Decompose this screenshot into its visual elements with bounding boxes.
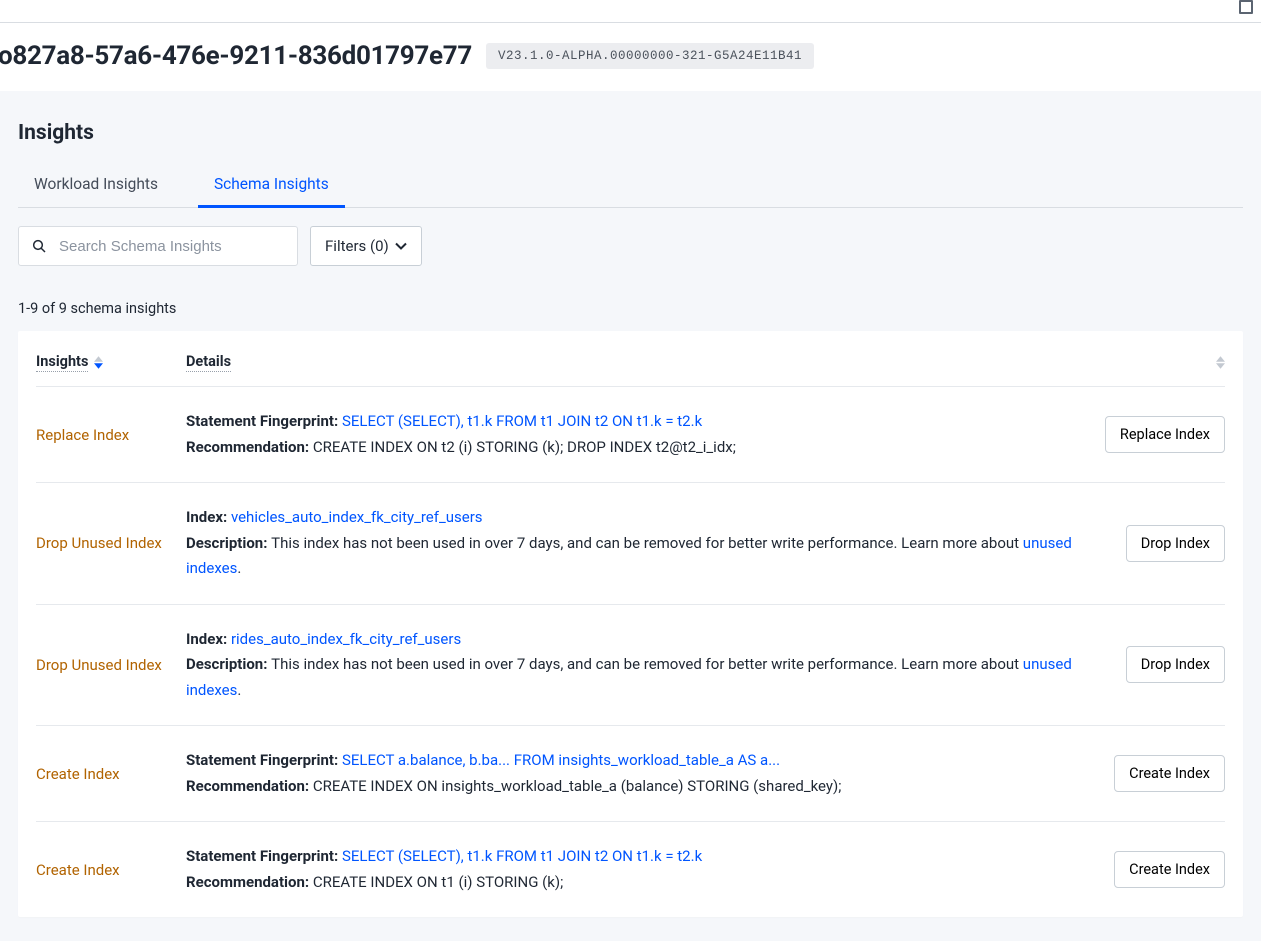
main-content: Insights Workload Insights Schema Insigh…: [0, 91, 1261, 941]
results-panel: Insights Details Replace IndexStatement …: [18, 331, 1243, 917]
detail-label: Statement Fingerprint:: [186, 412, 342, 430]
detail-label: Index:: [186, 508, 231, 526]
detail-label: Statement Fingerprint:: [186, 751, 342, 769]
action-button[interactable]: Drop Index: [1126, 646, 1225, 683]
detail-label: Description:: [186, 534, 271, 552]
row-details: Index: rides_auto_index_fk_city_ref_user…: [186, 627, 1085, 704]
table-header: Insights Details: [36, 347, 1225, 387]
sort-icon: [94, 356, 103, 369]
tab-schema-insights[interactable]: Schema Insights: [214, 165, 329, 207]
filters-button[interactable]: Filters (0): [310, 226, 422, 266]
detail-text: CREATE INDEX ON insights_workload_table_…: [313, 777, 842, 795]
table-row: Create IndexStatement Fingerprint: SELEC…: [36, 726, 1225, 822]
detail-text: This index has not been used in over 7 d…: [271, 534, 1023, 552]
search-icon: [31, 238, 47, 254]
detail-label: Recommendation:: [186, 777, 313, 795]
controls-bar: Filters (0): [18, 226, 1243, 266]
detail-link[interactable]: SELECT a.balance, b.ba... FROM insights_…: [342, 751, 780, 769]
table-row: Drop Unused IndexIndex: vehicles_auto_in…: [36, 483, 1225, 605]
table-row: Replace IndexStatement Fingerprint: SELE…: [36, 387, 1225, 483]
col-details[interactable]: Details: [186, 353, 1085, 372]
table-row: Drop Unused IndexIndex: rides_auto_index…: [36, 605, 1225, 727]
detail-label: Description:: [186, 655, 271, 673]
action-button[interactable]: Create Index: [1114, 851, 1225, 888]
row-action: Drop Index: [1085, 646, 1225, 683]
row-action: Create Index: [1085, 851, 1225, 888]
search-box[interactable]: [18, 226, 298, 266]
version-badge: V23.1.0-ALPHA.00000000-321-G5A24E11B41: [486, 43, 814, 69]
detail-link[interactable]: rides_auto_index_fk_city_ref_users: [231, 630, 461, 648]
row-details: Statement Fingerprint: SELECT (SELECT), …: [186, 844, 1085, 895]
insight-type[interactable]: Create Index: [36, 861, 186, 879]
action-button[interactable]: Drop Index: [1126, 525, 1225, 562]
detail-text: CREATE INDEX ON t1 (i) STORING (k);: [313, 873, 563, 891]
row-action: Create Index: [1085, 755, 1225, 792]
action-button[interactable]: Replace Index: [1105, 416, 1225, 453]
detail-label: Index:: [186, 630, 231, 648]
page-title: Insights: [18, 121, 1243, 145]
row-details: Statement Fingerprint: SELECT (SELECT), …: [186, 409, 1085, 460]
window-box-icon: [1239, 0, 1253, 14]
top-bar: [0, 0, 1261, 23]
row-action: Replace Index: [1085, 416, 1225, 453]
insight-type[interactable]: Drop Unused Index: [36, 534, 186, 552]
detail-link[interactable]: SELECT (SELECT), t1.k FROM t1 JOIN t2 ON…: [342, 412, 702, 430]
detail-label: Recommendation:: [186, 438, 313, 456]
action-button[interactable]: Create Index: [1114, 755, 1225, 792]
col-insights[interactable]: Insights: [36, 353, 186, 372]
detail-link[interactable]: vehicles_auto_index_fk_city_ref_users: [231, 508, 483, 526]
cluster-uuid: o827a8-57a6-476e-9211-836d01797e77: [0, 41, 472, 71]
row-details: Index: vehicles_auto_index_fk_city_ref_u…: [186, 505, 1085, 582]
tabs: Workload Insights Schema Insights: [18, 165, 1243, 208]
search-input[interactable]: [57, 237, 285, 256]
row-details: Statement Fingerprint: SELECT a.balance,…: [186, 748, 1085, 799]
page-header: o827a8-57a6-476e-9211-836d01797e77 V23.1…: [0, 23, 1261, 91]
chevron-down-icon: [395, 240, 407, 252]
row-action: Drop Index: [1085, 525, 1225, 562]
detail-text: This index has not been used in over 7 d…: [271, 655, 1023, 673]
insight-type[interactable]: Drop Unused Index: [36, 656, 186, 674]
tab-workload-insights[interactable]: Workload Insights: [34, 165, 158, 207]
filters-label: Filters (0): [325, 237, 389, 255]
insight-type[interactable]: Replace Index: [36, 426, 186, 444]
detail-label: Recommendation:: [186, 873, 313, 891]
insight-type[interactable]: Create Index: [36, 765, 186, 783]
table-row: Create IndexStatement Fingerprint: SELEC…: [36, 822, 1225, 917]
col-actions: [1085, 356, 1225, 369]
detail-text: CREATE INDEX ON t2 (i) STORING (k); DROP…: [313, 438, 736, 456]
sort-icon: [1216, 356, 1225, 369]
result-count: 1-9 of 9 schema insights: [18, 300, 1243, 317]
